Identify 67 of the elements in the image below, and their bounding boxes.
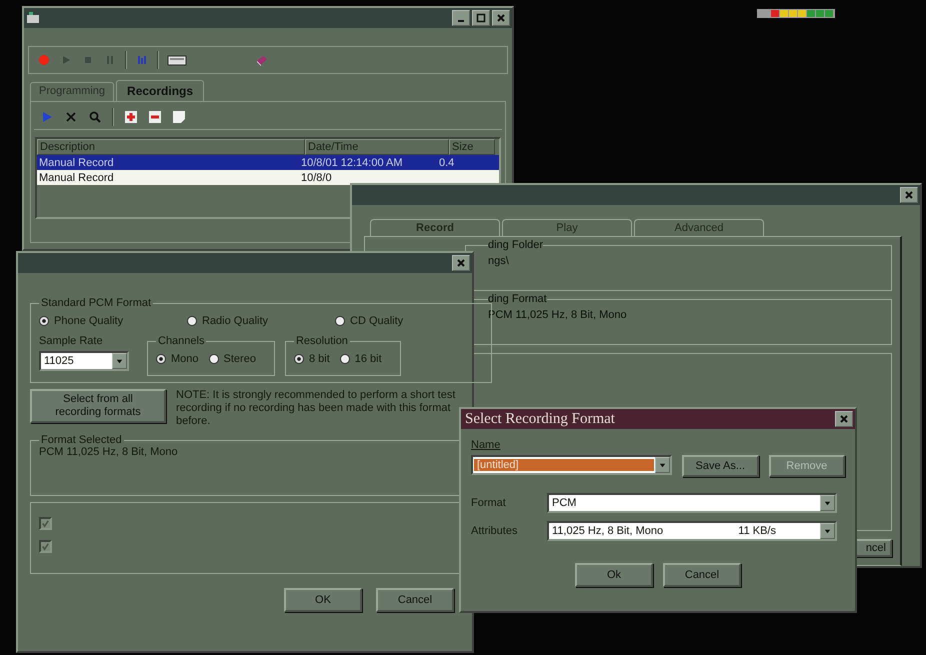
field-label: Sample Rate (39, 335, 104, 347)
maximize-icon (476, 13, 486, 23)
list-row[interactable]: Manual Record 10/8/0 (37, 170, 499, 185)
close-icon (904, 190, 914, 200)
radio-option[interactable]: CD Quality (335, 315, 473, 327)
search-icon[interactable] (88, 110, 102, 124)
column-header[interactable]: Size (449, 139, 495, 155)
attributes-dropdown[interactable]: 11,025 Hz, 8 Bit, Mono 11 KB/s (547, 521, 837, 541)
book-icon[interactable] (255, 53, 269, 67)
column-header[interactable]: Date/Time (305, 139, 449, 155)
remove-icon[interactable] (148, 110, 162, 124)
field-label: Format (471, 497, 507, 509)
field-label: Name (471, 439, 502, 451)
keyboard-icon[interactable] (167, 53, 187, 67)
field-value: ngs\ (488, 255, 510, 267)
radio-option[interactable]: Mono (156, 353, 199, 365)
app-icon (26, 11, 40, 25)
minimize-button[interactable] (452, 10, 470, 26)
close-icon (839, 414, 849, 424)
group-label: ding Format (488, 293, 547, 305)
dialog-button[interactable]: Ok (575, 563, 653, 587)
close-button[interactable] (900, 187, 918, 203)
tab[interactable]: Play (502, 219, 632, 236)
radio-option[interactable]: 8 bit (294, 353, 330, 365)
level-meter-icon (757, 9, 835, 18)
note-icon[interactable] (172, 110, 186, 124)
group-label: Format Selected (40, 434, 123, 446)
tab[interactable]: Record (370, 219, 500, 236)
dialog-button[interactable]: Cancel (376, 588, 454, 612)
radio-option[interactable]: Phone Quality (39, 315, 177, 327)
maximize-button[interactable] (472, 10, 490, 26)
dialog-button[interactable]: OK (284, 588, 362, 612)
minimize-icon (458, 20, 464, 22)
select-formats-button[interactable]: Select from all recording formats (30, 389, 166, 423)
save-as-button[interactable]: Save As... (682, 455, 759, 477)
column-header[interactable]: Description (37, 139, 305, 155)
tab[interactable]: Advanced (634, 219, 764, 236)
close-icon (496, 13, 506, 23)
caret-icon (658, 460, 668, 470)
format-dropdown[interactable]: PCM (547, 493, 837, 513)
window-title: Select Recording Format (464, 410, 615, 428)
close-button[interactable] (492, 10, 510, 26)
close-button[interactable] (835, 411, 853, 427)
add-icon[interactable] (124, 110, 138, 124)
group-label: Channels (157, 335, 206, 347)
check-icon (41, 542, 50, 551)
dialog-button[interactable]: Cancel (663, 563, 741, 587)
radio-option[interactable]: Radio Quality (187, 315, 325, 327)
caret-icon (823, 498, 832, 508)
tab[interactable]: Recordings (116, 80, 204, 101)
caret-icon (115, 356, 124, 366)
format-value: PCM 11,025 Hz, 8 Bit, Mono (39, 446, 178, 458)
tab[interactable]: Programming (30, 82, 114, 101)
check-icon (41, 519, 50, 528)
list-row[interactable]: Manual Record 10/8/01 12:14:00 AM 0.4 (37, 155, 499, 170)
sample-rate-dropdown[interactable]: 11025 (39, 351, 129, 371)
field-label: Attributes (471, 525, 518, 537)
radio-option[interactable]: Stereo (208, 353, 256, 365)
name-dropdown[interactable]: [untitled] (471, 455, 672, 475)
group-label: Resolution (294, 335, 349, 347)
note-text: NOTE: It is strongly recommended to perform a short test recording if no recording has been made with this format before. (176, 389, 456, 428)
group-label: Standard PCM Format (40, 297, 152, 309)
radio-option[interactable]: 16 bit (340, 353, 382, 365)
close-button[interactable] (452, 255, 470, 271)
group-label: ding Folder (488, 239, 544, 251)
close-icon (456, 258, 466, 268)
caret-icon (823, 526, 832, 536)
